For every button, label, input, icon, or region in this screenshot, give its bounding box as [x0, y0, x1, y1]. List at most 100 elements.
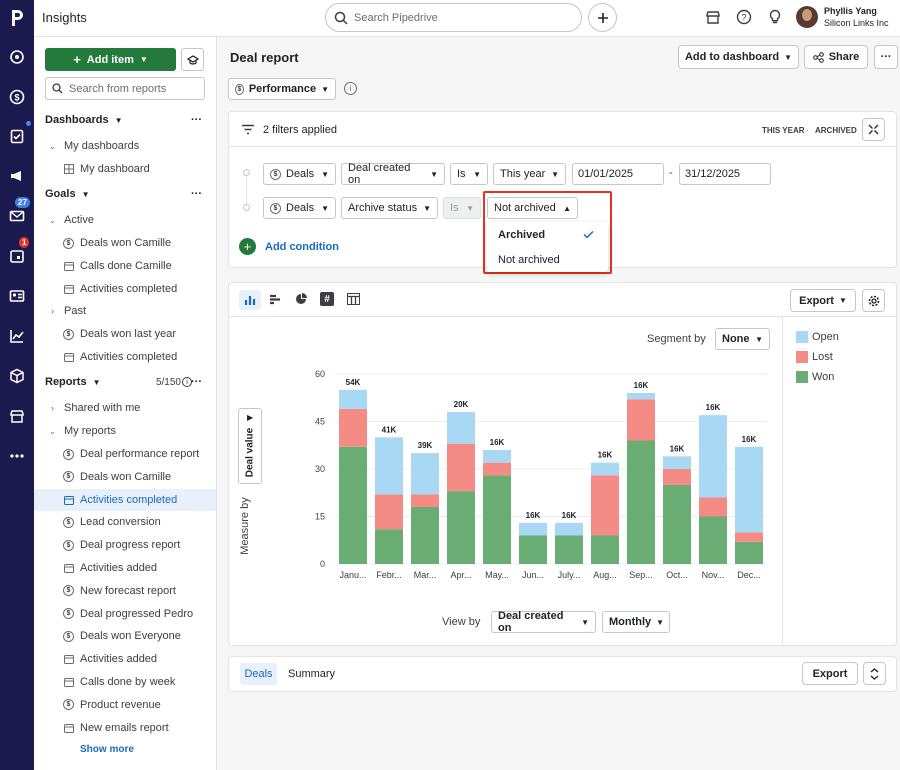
expand-results-button[interactable]: [863, 662, 886, 685]
reports-search-input[interactable]: Search from reports: [45, 77, 205, 100]
table-view-button[interactable]: [347, 293, 360, 308]
filter-lines-icon[interactable]: [241, 124, 255, 138]
insights-chart-icon[interactable]: [5, 324, 29, 348]
x-tick-label: Mar...: [414, 570, 437, 580]
sidebar-item-report[interactable]: Activities added: [34, 648, 216, 670]
shared-with-me-folder[interactable]: › Shared with me: [34, 397, 216, 419]
user-avatar[interactable]: [796, 6, 818, 28]
global-search-input[interactable]: Search Pipedrive: [325, 3, 582, 32]
bar-data-label: 16K: [490, 438, 505, 447]
report-more-button[interactable]: ···: [874, 45, 898, 69]
goals-section-header[interactable]: Goals ▼ ···: [34, 183, 216, 205]
filter1-from-date-input[interactable]: 01/01/2025: [572, 163, 664, 185]
sidebar-item-goal[interactable]: $ Deals won Camille: [34, 232, 216, 254]
filter2-entity-select[interactable]: $ Deals ▼: [263, 197, 336, 219]
sidebar-item-report[interactable]: Activities added: [34, 557, 216, 579]
deals-dollar-icon[interactable]: $: [5, 85, 29, 109]
caret-down-icon: ▼: [755, 334, 763, 344]
target-icon[interactable]: [5, 45, 29, 69]
products-box-icon[interactable]: [5, 364, 29, 388]
filter1-value-select[interactable]: This year ▼: [493, 163, 566, 185]
goals-past-folder[interactable]: › Past: [34, 300, 216, 322]
contacts-card-icon[interactable]: [5, 284, 29, 308]
reports-section-header[interactable]: Reports ▼ 5/150 i ···: [34, 371, 216, 393]
sidebar-item-report[interactable]: Activities completed: [34, 488, 216, 511]
past-label: Past: [64, 305, 87, 317]
sidebar-item-report[interactable]: $ Deal progress report: [34, 534, 216, 556]
sidebar-item-goal[interactable]: Activities completed: [34, 346, 216, 368]
segment-by-select[interactable]: None ▼: [715, 328, 770, 350]
calendar-icon: [63, 677, 74, 688]
add-item-button[interactable]: + Add item ▼: [45, 48, 176, 71]
sidebar-item-report[interactable]: Calls done by week: [34, 671, 216, 693]
show-more-link[interactable]: Show more: [80, 744, 134, 755]
campaigns-megaphone-icon[interactable]: [5, 164, 29, 188]
my-reports-folder[interactable]: ⌄ My reports: [34, 420, 216, 442]
scorecard-view-button[interactable]: #: [320, 292, 334, 306]
sidebar-item-report[interactable]: New emails report: [34, 717, 216, 739]
table-icon: [347, 293, 360, 305]
chart-export-button[interactable]: Export ▼: [790, 289, 856, 312]
activities-icon[interactable]: [5, 124, 29, 148]
dashboards-section-header[interactable]: Dashboards ▼ ···: [34, 109, 216, 131]
share-label: Share: [828, 51, 860, 63]
add-to-dashboard-button[interactable]: Add to dashboard ▼: [678, 45, 799, 69]
goals-more-icon[interactable]: ···: [191, 188, 202, 200]
bar-chart-view-button[interactable]: [269, 294, 281, 308]
bar-segment-lost: [699, 497, 727, 517]
sidebar-item-report[interactable]: $ Product revenue: [34, 694, 216, 716]
collapse-filters-button[interactable]: [862, 118, 885, 141]
calendar-icon: [63, 563, 74, 574]
marketplace-icon[interactable]: [705, 9, 721, 28]
marketplace-store-icon[interactable]: [5, 404, 29, 428]
sidebar-item-goal[interactable]: $ Deals won last year: [34, 323, 216, 345]
sidebar-item-report[interactable]: $ Deal progressed Pedro: [34, 603, 216, 625]
dashboards-more-icon[interactable]: ···: [191, 114, 202, 126]
y-tick-label: 0: [320, 559, 325, 569]
sidebar-item-report[interactable]: $ Deal performance report: [34, 443, 216, 465]
add-condition-plus-icon[interactable]: +: [239, 238, 256, 255]
filter1-field-select[interactable]: Deal created on ▼: [341, 162, 445, 186]
sidebar-item-my-dashboard[interactable]: My dashboard: [34, 158, 216, 180]
chart-settings-button[interactable]: [862, 289, 885, 312]
tab-summary[interactable]: Summary: [288, 668, 335, 680]
filter1-to-date-input[interactable]: 31/12/2025: [679, 163, 771, 185]
more-dots-icon[interactable]: [5, 444, 29, 468]
learn-button[interactable]: [181, 48, 204, 71]
report-type-select[interactable]: $ Performance ▼: [228, 78, 336, 100]
pipedrive-logo[interactable]: [5, 6, 29, 30]
filter1-entity-select[interactable]: $ Deals ▼: [263, 163, 336, 185]
interval-select[interactable]: Monthly ▼: [602, 611, 670, 633]
sidebar-item-report[interactable]: $ Deals won Everyone: [34, 625, 216, 647]
pie-chart-view-button[interactable]: [295, 293, 307, 308]
sidebar-item-goal[interactable]: Calls done Camille: [34, 255, 216, 277]
reports-more-icon[interactable]: ···: [191, 376, 202, 388]
my-dashboards-folder[interactable]: ⌄ My dashboards: [34, 135, 216, 157]
x-tick-label: Dec...: [737, 570, 761, 580]
bar-segment-won: [447, 491, 475, 564]
filter1-operator-select[interactable]: Is ▼: [450, 163, 488, 185]
quick-add-button[interactable]: [588, 3, 617, 32]
add-condition-link[interactable]: Add condition: [265, 241, 339, 253]
dropdown-option-not-archived[interactable]: Not archived: [487, 247, 608, 272]
results-export-button[interactable]: Export: [802, 662, 858, 685]
my-dashboard-label: My dashboard: [80, 163, 150, 175]
sidebar-item-goal[interactable]: Activities completed: [34, 278, 216, 300]
tips-lightbulb-icon[interactable]: [767, 9, 783, 28]
goals-active-folder[interactable]: ⌄ Active: [34, 209, 216, 231]
column-chart-view-button[interactable]: [239, 290, 261, 310]
dropdown-option-archived[interactable]: Archived: [487, 222, 608, 247]
sidebar-item-report[interactable]: $ Deals won Camille: [34, 466, 216, 488]
help-icon[interactable]: ?: [736, 9, 752, 28]
view-by-select[interactable]: Deal created on ▼: [491, 610, 596, 634]
filter2-field-select[interactable]: Archive status ▼: [341, 197, 438, 219]
sidebar-item-report[interactable]: $ Lead conversion: [34, 511, 216, 533]
plus-icon: [597, 12, 608, 23]
measure-select[interactable]: Deal value ▶: [238, 408, 262, 484]
info-icon[interactable]: i: [344, 82, 357, 95]
goal-label: Deals won Camille: [80, 237, 172, 249]
tab-deals[interactable]: Deals: [240, 663, 277, 685]
share-button[interactable]: Share: [804, 45, 868, 69]
filters-summary[interactable]: 2 filters applied: [263, 124, 337, 136]
sidebar-item-report[interactable]: $ New forecast report: [34, 580, 216, 602]
